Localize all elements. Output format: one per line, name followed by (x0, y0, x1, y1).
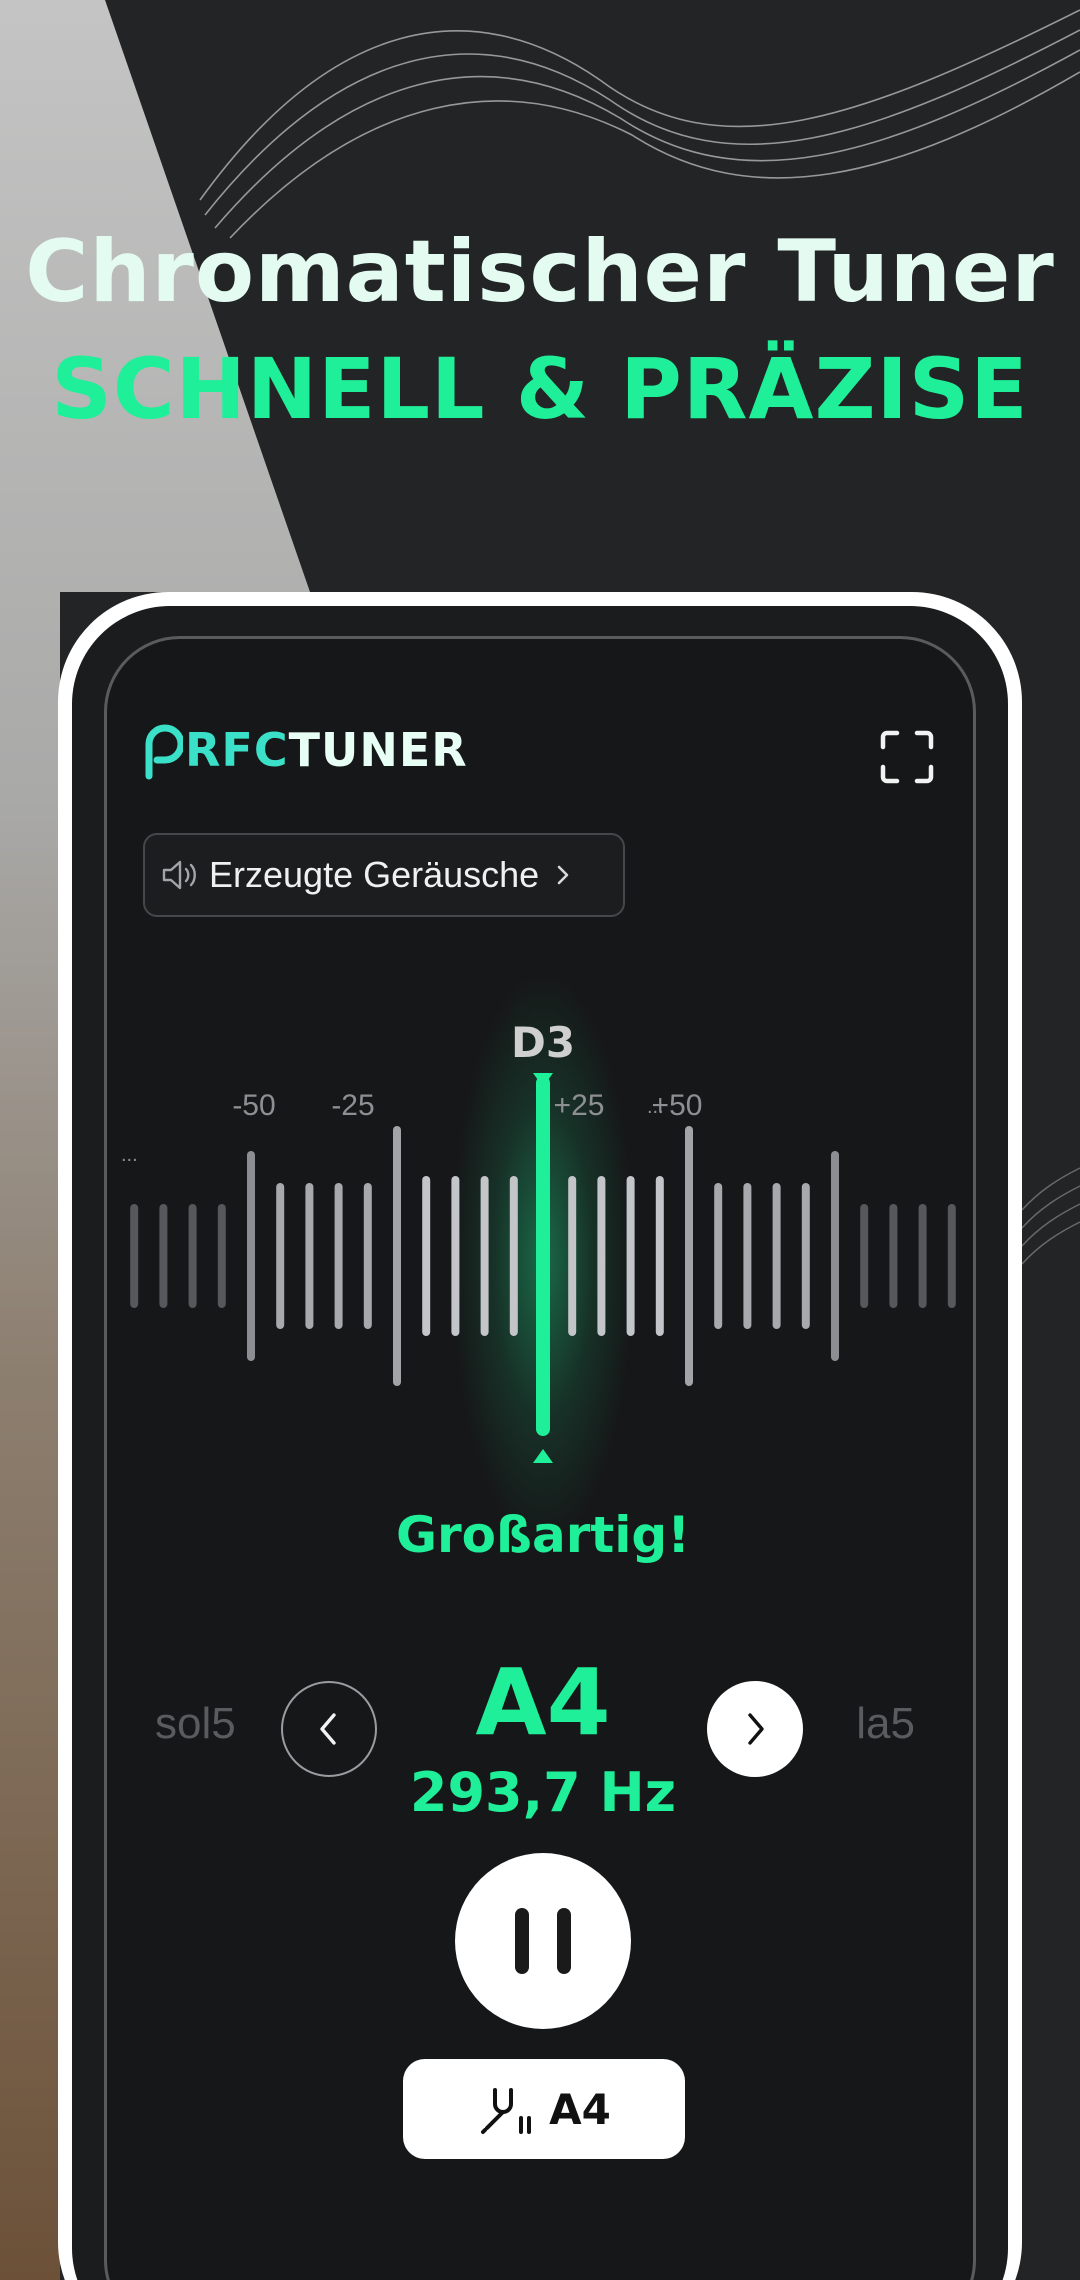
next-note-button[interactable] (707, 1681, 803, 1777)
target-note: A4 (475, 1649, 611, 1756)
meter-bars (130, 1076, 956, 1436)
generated-noise-label: Erzeugte Geräusche (209, 854, 540, 895)
meter-bar (685, 1126, 693, 1386)
app-logo: RFC TUNER (143, 715, 468, 785)
meter-bar (188, 1204, 197, 1308)
meter-bar (626, 1176, 635, 1336)
chevron-right-icon (748, 1713, 764, 1745)
fullscreen-button[interactable] (877, 727, 937, 787)
reference-pitch-label: A4 (549, 2084, 611, 2134)
generated-noise-button[interactable]: Erzeugte Geräusche (143, 833, 625, 917)
meter-bar (451, 1176, 460, 1336)
meter-bar (918, 1204, 927, 1308)
chevron-right-icon (557, 865, 569, 885)
meter-bar (568, 1176, 577, 1336)
meter-bar (801, 1183, 810, 1329)
reference-pitch-button[interactable]: A4 (403, 2059, 685, 2159)
meter-bar (217, 1204, 226, 1308)
meter-bar (247, 1151, 255, 1361)
detected-note-label: D3 (511, 1018, 575, 1067)
meter-bar (480, 1176, 489, 1336)
meter-bar (831, 1151, 839, 1361)
tick-label: -50 (232, 1089, 275, 1122)
tuning-fork-icon (481, 2088, 532, 2134)
meter-bar (422, 1176, 431, 1336)
target-frequency: 293,7 Hz (409, 1761, 677, 1824)
overflow-marker: ... (647, 1096, 664, 1118)
meter-bar (772, 1183, 781, 1329)
tick-label: -25 (331, 1089, 374, 1122)
speaker-icon (162, 860, 196, 890)
tuning-meter: D3 -50 -25 +25 +50...... (121, 979, 956, 1539)
fullscreen-icon (880, 730, 934, 784)
pause-button[interactable] (455, 1853, 631, 2029)
headline-title: Chromatischer Tuner (25, 222, 1055, 322)
logo-text-part2: TUNER (288, 723, 468, 777)
logo-mark-icon (145, 724, 183, 780)
meter-bar (714, 1183, 723, 1329)
meter-bar (743, 1183, 752, 1329)
meter-bar (597, 1176, 606, 1336)
pause-icon-bar (557, 1908, 571, 1974)
meter-bar (305, 1183, 314, 1329)
overflow-marker: ... (121, 1144, 138, 1166)
meter-bar (276, 1183, 285, 1329)
headline-subtitle: SCHNELL & PRÄZISE (51, 340, 1029, 438)
tuner-screen: RFC TUNER Erzeugte Geräusche D3 -50 -25 … (104, 636, 976, 2280)
meter-bar (655, 1176, 664, 1336)
meter-bar (393, 1126, 401, 1386)
tuning-status: Großartig! (395, 1506, 691, 1564)
meter-bar (334, 1183, 343, 1329)
pause-icon (515, 1908, 529, 1974)
center-indicator-bar (536, 1076, 550, 1436)
logo-text-part1: RFC (185, 723, 289, 777)
meter-bar (860, 1204, 869, 1308)
meter-bar (509, 1176, 518, 1336)
meter-bar (363, 1183, 372, 1329)
meter-bar (130, 1204, 139, 1308)
promo-screen: Chromatischer Tuner SCHNELL & PRÄZISE RF… (0, 0, 1080, 2280)
meter-bar (947, 1204, 956, 1308)
meter-bar (159, 1204, 168, 1308)
meter-bar (889, 1204, 898, 1308)
tick-label: +25 (554, 1089, 605, 1122)
next-note-label: la5 (856, 1699, 915, 1748)
